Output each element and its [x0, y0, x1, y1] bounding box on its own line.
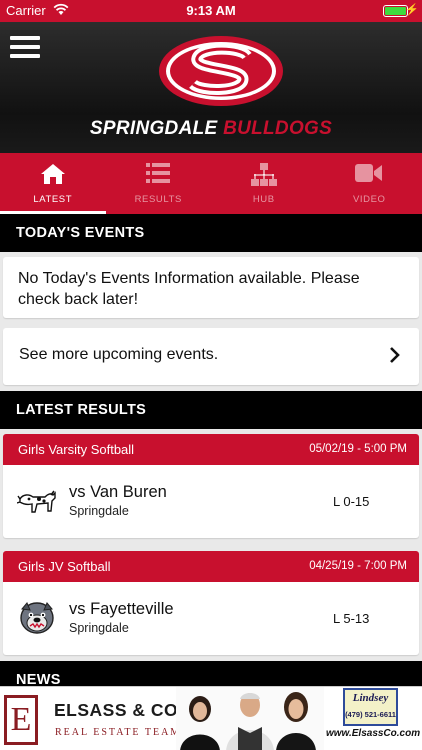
- ad-company-name: ELSASS & CO.: [54, 700, 184, 720]
- sport-name: Girls JV Softball: [18, 559, 111, 574]
- agents-photo: [176, 687, 324, 750]
- tab-label: HUB: [252, 194, 275, 205]
- result-card-header: Girls Varsity Softball 05/02/19 - 5:00 P…: [3, 434, 419, 465]
- upcoming-events-link[interactable]: See more upcoming events.: [3, 328, 419, 385]
- result-card[interactable]: Girls JV Softball 04/25/19 - 7:00 PM vs …: [3, 551, 419, 655]
- ad-tagline: REAL ESTATE TEAM: [55, 727, 182, 738]
- hub-icon: [211, 163, 317, 187]
- list-icon: [106, 163, 212, 187]
- hamburger-menu-icon[interactable]: [10, 36, 40, 60]
- result-card-header: Girls JV Softball 04/25/19 - 7:00 PM: [3, 551, 419, 582]
- tab-bar: LATEST RESULTS HUB VIDEO: [0, 153, 422, 214]
- game-score: L 0-15: [333, 494, 370, 509]
- bulldog-icon: [20, 602, 54, 634]
- app-header: SPRINGDALE BULLDOGS: [0, 22, 422, 153]
- home-team-name: Springdale: [69, 621, 129, 635]
- home-icon: [0, 163, 106, 187]
- upcoming-events-label: See more upcoming events.: [19, 346, 219, 363]
- charging-bolt-icon: ⚡: [405, 4, 419, 16]
- brand-title: SPRINGDALE BULLDOGS: [89, 118, 333, 139]
- home-team-name: Springdale: [69, 504, 129, 518]
- tab-results[interactable]: RESULTS: [106, 153, 212, 214]
- status-bar: Carrier 9:13 AM ⚡: [0, 0, 422, 22]
- no-events-message: No Today's Events Information available.…: [3, 257, 419, 318]
- tab-label: LATEST: [33, 194, 73, 205]
- tab-latest[interactable]: LATEST: [0, 153, 106, 214]
- clock: 9:13 AM: [186, 3, 236, 18]
- latest-results-header: LATEST RESULTS: [0, 391, 422, 429]
- todays-events-header: TODAY'S EVENTS: [0, 214, 422, 252]
- game-date: 05/02/19 - 5:00 PM: [309, 443, 407, 455]
- tab-label: RESULTS: [134, 194, 182, 205]
- elsass-logo: E: [4, 695, 38, 745]
- game-date: 04/25/19 - 7:00 PM: [309, 560, 407, 572]
- partner-phone: (479) 521-6611: [345, 710, 396, 719]
- tab-label: VIDEO: [352, 194, 386, 205]
- ad-url: www.ElsassCo.com: [326, 728, 421, 739]
- pointer-dog-icon: [17, 490, 56, 513]
- tab-hub[interactable]: HUB: [211, 153, 317, 214]
- springdale-logo: [159, 36, 283, 106]
- result-card[interactable]: Girls Varsity Softball 05/02/19 - 5:00 P…: [3, 434, 419, 538]
- opponent-name: vs Fayetteville: [69, 600, 174, 618]
- battery-icon: [383, 5, 408, 17]
- lindsey-logo: Lindsey (479) 521-6611: [343, 688, 398, 726]
- ad-banner[interactable]: E ELSASS & CO. REAL ESTATE TEAM Lindsey …: [0, 686, 422, 750]
- tab-video[interactable]: VIDEO: [317, 153, 422, 214]
- sport-name: Girls Varsity Softball: [18, 442, 135, 457]
- partner-name: Lindsey: [352, 692, 389, 704]
- chevron-right-icon: [390, 347, 400, 363]
- opponent-name: vs Van Buren: [69, 483, 167, 501]
- game-score: L 5-13: [333, 611, 370, 626]
- video-icon: [317, 163, 422, 187]
